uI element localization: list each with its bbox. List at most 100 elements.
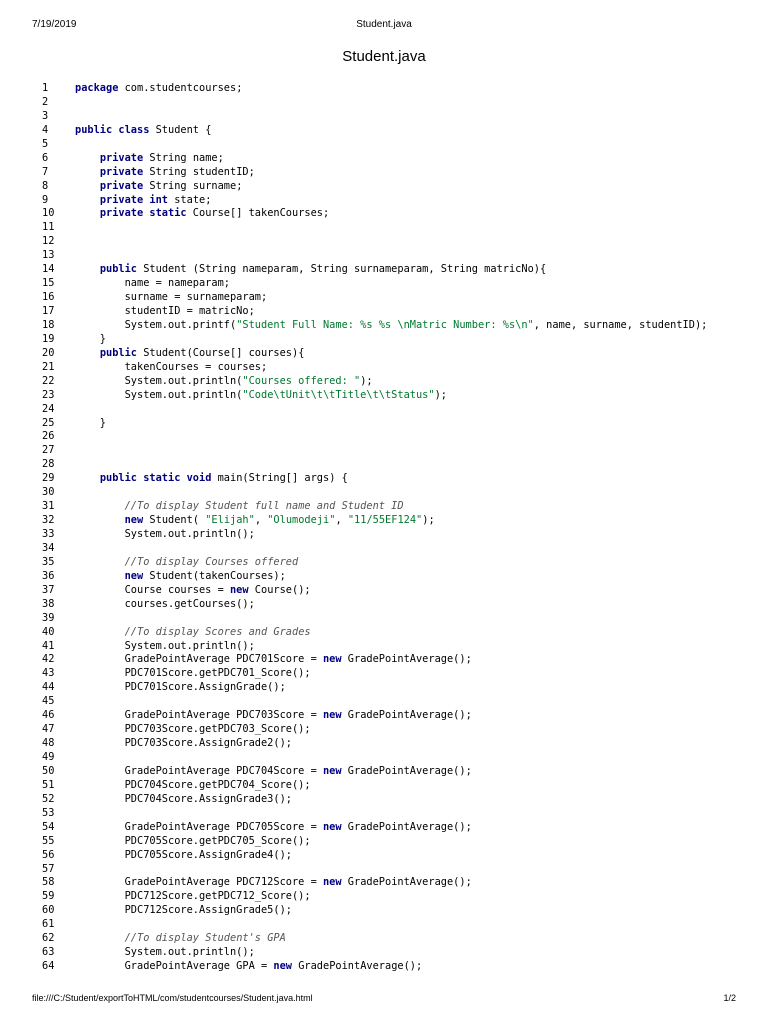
line-number: 21: [42, 360, 55, 373]
keyword-token: public: [99, 346, 138, 359]
line-number: 11: [42, 221, 55, 234]
keyword-token: private int: [99, 193, 169, 206]
code-line: 53: [42, 807, 707, 821]
keyword-token: new: [322, 653, 342, 666]
code-line: 41 System.out.println();: [42, 640, 707, 654]
code-line: 9 private int state;: [42, 194, 707, 208]
code-line: 4 public class Student {: [42, 124, 707, 138]
line-number: 17: [42, 305, 55, 317]
code-text: GradePointAverage PDC705Score = new Grad…: [75, 821, 472, 835]
code-line: 64 GradePointAverage GPA = new GradePoin…: [42, 960, 707, 974]
code-token: ,: [335, 514, 348, 527]
line-number: 23: [42, 388, 55, 401]
code-text: courses.getCourses();: [75, 598, 255, 612]
code-line: 21 takenCourses = courses;: [42, 361, 707, 375]
line-number: 2: [42, 95, 49, 108]
code-line: 26: [42, 430, 707, 444]
line-number: 32: [42, 514, 55, 527]
line-number: 26: [42, 430, 55, 443]
line-number: 34: [42, 541, 55, 554]
code-text: GradePointAverage PDC712Score = new Grad…: [75, 876, 472, 890]
line-number: 4: [42, 123, 49, 136]
code-token: System.out.println();: [75, 528, 255, 540]
line-number: 59: [42, 890, 55, 903]
code-line: 12: [42, 235, 707, 249]
code-token: PDC704Score.getPDC704_Score();: [75, 778, 311, 791]
code-token: System.out.println();: [75, 946, 255, 959]
code-token: courses.getCourses();: [75, 597, 255, 610]
keyword-token: private: [99, 165, 144, 178]
code-line: 3: [42, 110, 707, 124]
code-text: GradePointAverage GPA = new GradePointAv…: [75, 960, 423, 974]
code-line: 54 GradePointAverage PDC705Score = new G…: [42, 821, 707, 835]
line-number: 15: [42, 277, 55, 290]
code-line: 35 //To display Courses offered: [42, 556, 707, 570]
code-text: //To display Courses offered: [75, 556, 299, 570]
code-token: PDC703Score.AssignGrade2();: [75, 737, 292, 750]
line-number: 35: [42, 555, 55, 568]
code-line: 34: [42, 542, 707, 556]
code-token: PDC704Score.AssignGrade3();: [75, 792, 292, 805]
code-line: 31 //To display Student full name and St…: [42, 500, 707, 514]
line-number: 30: [42, 486, 55, 499]
code-line: 32 new Student( "Elijah", "Olumodeji", "…: [42, 514, 707, 528]
code-text: public Student(Course[] courses){: [75, 346, 305, 361]
line-number: 39: [42, 611, 55, 624]
code-token: com.studentcourses;: [118, 82, 243, 94]
line-number: 9: [42, 193, 49, 206]
code-text: }: [75, 333, 106, 347]
code-line: 46 GradePointAverage PDC703Score = new G…: [42, 709, 707, 723]
document-title: Student.java: [342, 48, 426, 65]
code-line: 18 System.out.printf("Student Full Name:…: [42, 319, 707, 333]
code-token: surname = surnameparam;: [75, 291, 268, 304]
code-text: System.out.println();: [75, 528, 255, 542]
code-line: 44 PDC701Score.AssignGrade();: [42, 681, 707, 695]
code-text: public Student (String nameparam, String…: [75, 263, 546, 277]
code-text: PDC705Score.AssignGrade4();: [75, 849, 292, 863]
keyword-token: new: [273, 960, 292, 973]
keyword-token: new: [124, 569, 144, 582]
code-token: , name, surname, studentID);: [533, 318, 708, 331]
keyword-token: public class: [75, 123, 150, 136]
code-text: GradePointAverage PDC701Score = new Grad…: [75, 653, 472, 667]
code-token: }: [75, 332, 106, 345]
code-token: Course();: [248, 583, 311, 596]
string-token: "Code\tUnit\t\tTitle\t\tStatus": [242, 388, 435, 401]
code-text: GradePointAverage PDC703Score = new Grad…: [75, 709, 472, 723]
line-number: 63: [42, 946, 55, 959]
code-text: System.out.println("Courses offered: ");: [75, 375, 373, 389]
code-line: 60 PDC712Score.AssignGrade5();: [42, 904, 707, 918]
string-token: "11/55EF124": [347, 514, 423, 527]
code-token: PDC701Score.AssignGrade();: [75, 681, 286, 694]
code-line: 10 private static Course[] takenCourses;: [42, 207, 707, 221]
line-number: 52: [42, 792, 55, 805]
code-line: 15 name = nameparam;: [42, 277, 707, 291]
code-text: PDC704Score.AssignGrade3();: [75, 793, 292, 807]
code-line: 38 courses.getCourses();: [42, 598, 707, 612]
code-text: PDC701Score.getPDC701_Score();: [75, 667, 311, 681]
code-line: 27: [42, 444, 707, 458]
code-line: 57: [42, 863, 707, 877]
code-token: GradePointAverage PDC703Score =: [75, 709, 323, 722]
code-line: 16 surname = surnameparam;: [42, 291, 707, 305]
line-number: 8: [42, 179, 49, 192]
keyword-token: private: [99, 179, 144, 192]
line-number: 45: [42, 695, 55, 708]
code-text: name = nameparam;: [75, 277, 230, 291]
line-number: 28: [42, 458, 55, 471]
code-token: ,: [254, 514, 268, 527]
code-line: 20 public Student(Course[] courses){: [42, 347, 707, 361]
line-number: 19: [42, 332, 55, 345]
code-text: PDC712Score.AssignGrade5();: [75, 904, 292, 918]
code-text: PDC712Score.getPDC712_Score();: [75, 890, 311, 904]
line-number: 27: [42, 444, 55, 457]
code-token: GradePointAverage GPA =: [75, 960, 274, 973]
code-text: private int state;: [75, 193, 212, 208]
code-token: GradePointAverage();: [292, 960, 423, 973]
